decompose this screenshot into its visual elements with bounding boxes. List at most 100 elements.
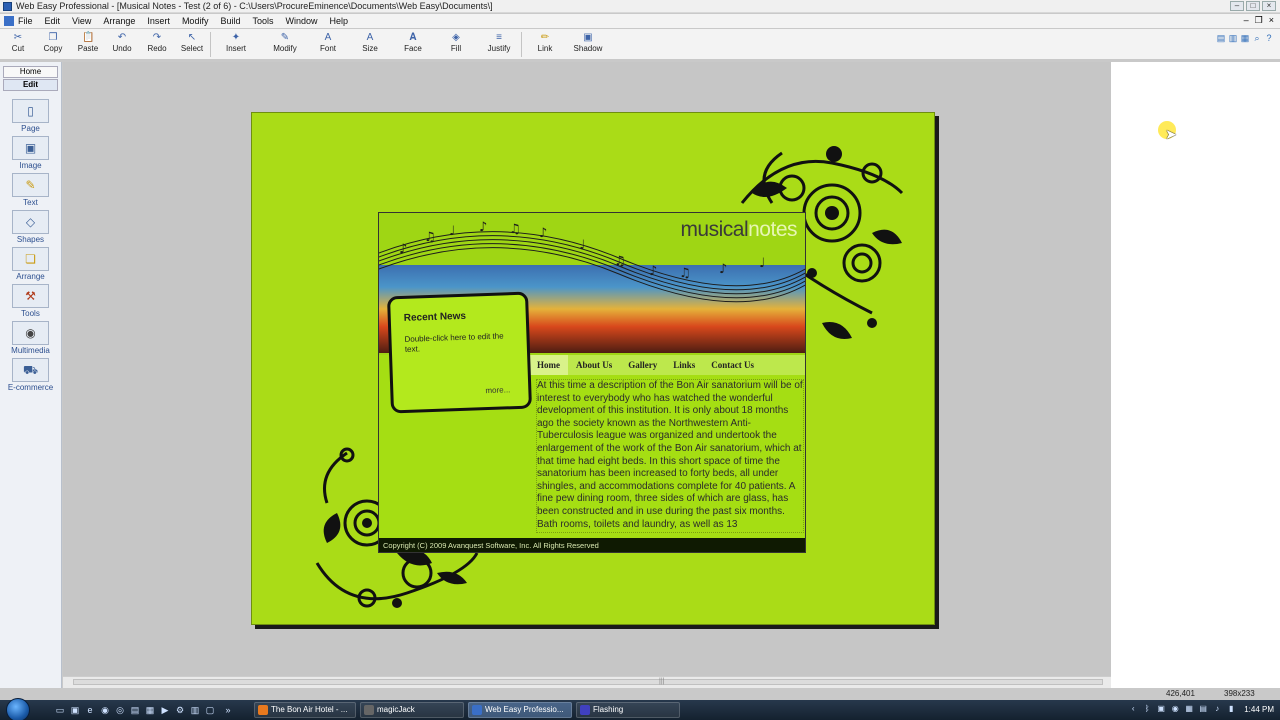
- sidebar-item-text[interactable]: ✎ Text: [4, 173, 57, 209]
- scroll-grip-icon: |||: [659, 678, 665, 685]
- doc-restore-button[interactable]: ❐: [1255, 15, 1263, 26]
- size-button[interactable]: A Size: [352, 31, 388, 58]
- nav-links[interactable]: Links: [665, 355, 703, 375]
- clock[interactable]: 1:44 PM: [1244, 705, 1274, 714]
- menu-tools[interactable]: Tools: [252, 16, 273, 26]
- mouse-pointer-icon: ➤: [1165, 126, 1177, 142]
- justify-icon: ≡: [496, 32, 502, 43]
- horizontal-scrollbar[interactable]: |||: [63, 676, 1111, 688]
- menu-edit[interactable]: Edit: [45, 16, 61, 26]
- sidebar-item-page[interactable]: ▯ Page: [4, 99, 57, 135]
- taskbar: ▭ ▣ e ◉ ◎ ▤ ▦ ▶ ⚙ ▥ ▢ » The Bon Air Hote…: [0, 698, 1280, 720]
- app-icon: [3, 1, 12, 11]
- menu-build[interactable]: Build: [220, 16, 240, 26]
- panel-icon[interactable]: ▦: [1240, 33, 1250, 43]
- body-text-box[interactable]: At this time a description of the Bon Ai…: [536, 379, 804, 533]
- news-more-link[interactable]: more...: [485, 385, 510, 395]
- task-flashing[interactable]: Flashing: [576, 702, 680, 718]
- web-page-canvas[interactable]: ♪ ♫ ♩ ♪ ♫ ♪ ♩ ♫ ♪ ♫ ♪ ♩ musicalnotes Home About …: [251, 112, 935, 625]
- nav-about-us[interactable]: About Us: [568, 355, 620, 375]
- doc-minimize-button[interactable]: –: [1244, 15, 1249, 26]
- svg-text:♪: ♪: [479, 220, 487, 235]
- menu-window[interactable]: Window: [285, 16, 317, 26]
- ie-icon[interactable]: e: [84, 704, 96, 716]
- app-quicklaunch-icon[interactable]: ▥: [189, 704, 201, 716]
- power-icon[interactable]: ▮: [1226, 704, 1236, 714]
- maximize-button[interactable]: □: [1246, 1, 1260, 11]
- sidebar-item-multimedia[interactable]: ◉ Multimedia: [4, 321, 57, 357]
- tray-expand-icon[interactable]: ‹: [1128, 704, 1138, 714]
- show-desktop-icon[interactable]: ▭: [54, 704, 66, 716]
- font-button[interactable]: A Font: [310, 31, 346, 58]
- chrome-icon[interactable]: ◎: [114, 704, 126, 716]
- cut-button[interactable]: ✂ Cut: [0, 31, 36, 58]
- sidebar-item-shapes[interactable]: ◇ Shapes: [4, 210, 57, 246]
- news-text[interactable]: Double-click here to edit the text.: [404, 331, 520, 355]
- tab-edit[interactable]: Edit: [3, 79, 58, 91]
- link-button[interactable]: ✏ Link: [527, 31, 563, 58]
- tab-home[interactable]: Home: [3, 66, 58, 78]
- tray-app-icon[interactable]: ▣: [1156, 704, 1166, 714]
- undo-button[interactable]: ↶ Undo: [104, 31, 140, 58]
- task-bon-air-hotel[interactable]: The Bon Air Hotel - ...: [254, 702, 356, 718]
- menu-arrange[interactable]: Arrange: [103, 16, 135, 26]
- firefox-icon[interactable]: ◉: [99, 704, 111, 716]
- zoom-icon[interactable]: ⌕: [1252, 33, 1262, 43]
- minimize-button[interactable]: –: [1230, 1, 1244, 11]
- window-switcher-icon[interactable]: ▣: [69, 704, 81, 716]
- web-template[interactable]: ♪ ♫ ♩ ♪ ♫ ♪ ♩ ♫ ♪ ♫ ♪ ♩ musicalnotes Home About …: [378, 212, 806, 553]
- sidebar-item-image[interactable]: ▣ Image: [4, 136, 57, 172]
- nav-home[interactable]: Home: [529, 355, 568, 375]
- menu-file[interactable]: File: [18, 16, 33, 26]
- face-button[interactable]: 𝐀 Face: [395, 31, 431, 58]
- copy-button[interactable]: ❐ Copy: [35, 31, 71, 58]
- sidebar-item-ecommerce[interactable]: ⛟ E-commerce: [4, 358, 57, 394]
- menu-help[interactable]: Help: [330, 16, 349, 26]
- help-icon[interactable]: ?: [1264, 33, 1274, 43]
- network-icon[interactable]: ▦: [1184, 704, 1194, 714]
- sidebar-item-tools[interactable]: ⚒ Tools: [4, 284, 57, 320]
- quicklaunch-overflow-icon[interactable]: »: [222, 704, 234, 716]
- volume-icon[interactable]: ♪: [1212, 704, 1222, 714]
- recent-news-box[interactable]: Recent News Double-click here to edit th…: [387, 291, 532, 414]
- book-icon[interactable]: ▥: [1228, 33, 1238, 43]
- shadow-button[interactable]: ▣ Shadow: [570, 31, 606, 58]
- paste-button[interactable]: 📋 Paste: [70, 31, 106, 58]
- tray-app-icon[interactable]: ▤: [1198, 704, 1208, 714]
- task-web-easy[interactable]: Web Easy Professio...: [468, 702, 572, 718]
- site-logo[interactable]: musicalnotes: [680, 218, 797, 242]
- app-quicklaunch-icon[interactable]: ▦: [144, 704, 156, 716]
- bluetooth-icon[interactable]: ᛒ: [1142, 704, 1152, 714]
- tray-app-icon[interactable]: ◉: [1170, 704, 1180, 714]
- toolbar-separator: [521, 32, 522, 57]
- menu-view[interactable]: View: [72, 16, 91, 26]
- fill-button[interactable]: ◈ Fill: [438, 31, 474, 58]
- settings-icon[interactable]: ⚙: [174, 704, 186, 716]
- svg-text:♪: ♪: [399, 242, 407, 257]
- title-bar: Web Easy Professional - [Musical Notes -…: [0, 0, 1280, 13]
- task-magicjack[interactable]: magicJack: [360, 702, 464, 718]
- media-icon[interactable]: ▶: [159, 704, 171, 716]
- svg-text:♩: ♩: [759, 256, 765, 271]
- menu-insert[interactable]: Insert: [147, 16, 170, 26]
- redo-button[interactable]: ↷ Redo: [139, 31, 175, 58]
- close-button[interactable]: ×: [1262, 1, 1276, 11]
- menu-modify[interactable]: Modify: [182, 16, 209, 26]
- app-quicklaunch-icon[interactable]: ▢: [204, 704, 216, 716]
- view-icon[interactable]: ▤: [1216, 33, 1226, 43]
- start-button[interactable]: [6, 698, 30, 720]
- justify-button[interactable]: ≡ Justify: [481, 31, 517, 58]
- nav-contact-us[interactable]: Contact Us: [703, 355, 762, 375]
- folder-icon[interactable]: ▤: [129, 704, 141, 716]
- insert-button[interactable]: ✦ Insert: [218, 31, 254, 58]
- fill-icon: ◈: [452, 32, 460, 43]
- sidebar-item-arrange[interactable]: ❏ Arrange: [4, 247, 57, 283]
- svg-text:♫: ♫: [424, 230, 436, 245]
- modify-icon: ✎: [280, 32, 290, 43]
- scrollbar-thumb[interactable]: [73, 679, 1103, 685]
- modify-button[interactable]: ✎ Modify: [267, 31, 303, 58]
- nav-gallery[interactable]: Gallery: [620, 355, 665, 375]
- select-button[interactable]: ↖ Select: [174, 31, 210, 58]
- image-icon: ▣: [12, 136, 49, 160]
- doc-close-button[interactable]: ×: [1269, 15, 1274, 26]
